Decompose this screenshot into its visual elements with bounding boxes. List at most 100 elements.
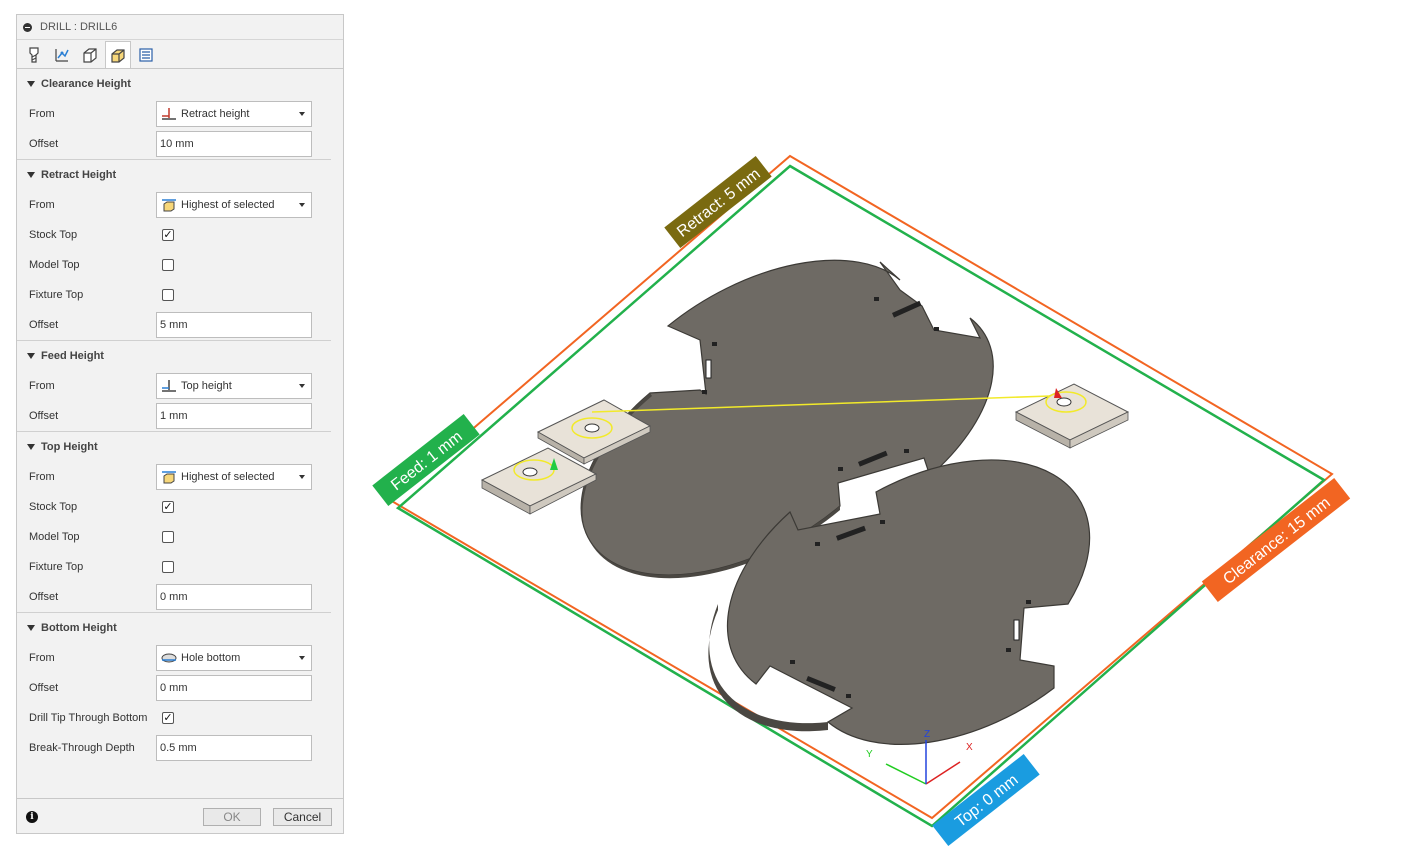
retract-model-top-row: Model Top	[17, 250, 331, 280]
geometry-icon	[55, 49, 69, 62]
feed-from-row: From Top height	[17, 371, 331, 401]
retract-offset-input[interactable]: 5 mm	[156, 312, 312, 338]
tab-passes[interactable]	[105, 41, 131, 68]
top-model-top-row: Model Top	[17, 522, 331, 552]
clearance-offset-input[interactable]: 10 mm	[156, 131, 312, 157]
cancel-button[interactable]: Cancel	[273, 808, 332, 826]
feed-height-section: Feed Height From Top height Offset 1 mm	[17, 341, 331, 432]
heights-icon	[83, 48, 97, 63]
retract-fixture-top-checkbox[interactable]	[162, 289, 174, 301]
retract-stock-top-row: Stock Top	[17, 220, 331, 250]
tab-strip	[17, 40, 343, 69]
axis-y-label: Y	[866, 749, 873, 760]
clearance-height-tag: Clearance: 15 mm	[1201, 478, 1351, 602]
top-height-icon	[162, 380, 176, 392]
bottom-height-header[interactable]: Bottom Height	[17, 613, 331, 643]
dialog-titlebar: DRILL : DRILL6	[17, 15, 343, 40]
offset-label: Offset	[29, 682, 59, 694]
expand-triangle-icon	[27, 444, 35, 450]
dropdown-caret-icon	[299, 384, 305, 388]
fixture-top-label: Fixture Top	[29, 289, 84, 301]
small-board-right	[1014, 383, 1130, 449]
retract-from-row: From Highest of selected	[17, 190, 331, 220]
select-value: Highest of selected	[181, 471, 275, 483]
top-from-row: From Highest of selected	[17, 462, 331, 492]
stock-top-label: Stock Top	[29, 229, 78, 241]
clearance-offset-row: Offset 10 mm	[17, 129, 331, 159]
retract-height-icon	[162, 108, 176, 120]
section-title: Feed Height	[41, 350, 104, 362]
retract-height-section: Retract Height From Highest of selected …	[17, 160, 331, 341]
tab-geometry[interactable]	[49, 42, 75, 68]
offset-label: Offset	[29, 410, 59, 422]
tool-icon	[29, 47, 39, 63]
tab-heights[interactable]	[77, 42, 103, 68]
top-stock-top-row: Stock Top	[17, 492, 331, 522]
feed-offset-input[interactable]: 1 mm	[156, 403, 312, 429]
from-label: From	[29, 652, 55, 664]
select-value: Highest of selected	[181, 199, 275, 211]
drill-tip-through-bottom-checkbox[interactable]	[162, 712, 174, 724]
retract-height-tag: Retract: 5 mm	[664, 156, 772, 248]
dropdown-caret-icon	[299, 112, 305, 116]
ok-button[interactable]: OK	[203, 808, 261, 826]
select-value: Retract height	[181, 108, 250, 120]
retract-from-select[interactable]: Highest of selected	[156, 192, 312, 218]
top-offset-input[interactable]: 0 mm	[156, 584, 312, 610]
clearance-height-section: Clearance Height From Retract height Off…	[17, 69, 331, 160]
clearance-from-select[interactable]: Retract height	[156, 101, 312, 127]
bottom-from-select[interactable]: Hole bottom	[156, 645, 312, 671]
feed-from-select[interactable]: Top height	[156, 373, 312, 399]
dropdown-caret-icon	[299, 475, 305, 479]
highest-of-selected-icon	[162, 471, 176, 484]
top-stock-top-checkbox[interactable]	[162, 501, 174, 513]
from-label: From	[29, 199, 55, 211]
from-label: From	[29, 108, 55, 120]
dropdown-caret-icon	[299, 203, 305, 207]
section-title: Bottom Height	[41, 622, 117, 634]
clearance-height-header[interactable]: Clearance Height	[17, 69, 331, 99]
linking-icon	[139, 48, 153, 62]
top-height-header[interactable]: Top Height	[17, 432, 331, 462]
from-label: From	[29, 380, 55, 392]
section-title: Clearance Height	[41, 78, 131, 90]
bottom-offset-input[interactable]: 0 mm	[156, 675, 312, 701]
bottom-offset-row: Offset 0 mm	[17, 673, 331, 703]
retract-fixture-top-row: Fixture Top	[17, 280, 331, 310]
top-model-top-checkbox[interactable]	[162, 531, 174, 543]
drill-tip-row: Drill Tip Through Bottom	[17, 703, 331, 733]
axis-x-label: X	[966, 742, 973, 753]
retract-offset-row: Offset 5 mm	[17, 310, 331, 340]
expand-triangle-icon	[27, 625, 35, 631]
breakthrough-label: Break-Through Depth	[29, 742, 135, 754]
model-top-label: Model Top	[29, 259, 80, 271]
tab-linking[interactable]	[133, 42, 159, 68]
feed-offset-row: Offset 1 mm	[17, 401, 331, 431]
expand-triangle-icon	[27, 81, 35, 87]
dialog-content: Clearance Height From Retract height Off…	[17, 69, 343, 799]
offset-label: Offset	[29, 591, 59, 603]
expand-triangle-icon	[27, 172, 35, 178]
top-height-label: Top: 0 mm	[952, 771, 1021, 830]
expand-triangle-icon	[27, 353, 35, 359]
info-icon[interactable]: i	[26, 811, 38, 823]
tab-tool[interactable]	[21, 42, 47, 68]
from-label: From	[29, 471, 55, 483]
stock-top-label: Stock Top	[29, 501, 78, 513]
retract-model-top-checkbox[interactable]	[162, 259, 174, 271]
feed-height-header[interactable]: Feed Height	[17, 341, 331, 371]
breakthrough-row: Break-Through Depth 0.5 mm	[17, 733, 331, 763]
feed-height-tag: Feed: 1 mm	[372, 414, 480, 506]
passes-icon	[111, 49, 125, 63]
offset-label: Offset	[29, 319, 59, 331]
hole-bottom-icon	[161, 653, 177, 663]
retract-stock-top-checkbox[interactable]	[162, 229, 174, 241]
dialog-title: DRILL : DRILL6	[40, 21, 118, 33]
top-fixture-top-checkbox[interactable]	[162, 561, 174, 573]
top-fixture-top-row: Fixture Top	[17, 552, 331, 582]
breakthrough-depth-input[interactable]: 0.5 mm	[156, 735, 312, 761]
dropdown-caret-icon	[299, 656, 305, 660]
top-from-select[interactable]: Highest of selected	[156, 464, 312, 490]
collapse-icon[interactable]	[23, 22, 32, 32]
retract-height-header[interactable]: Retract Height	[17, 160, 331, 190]
